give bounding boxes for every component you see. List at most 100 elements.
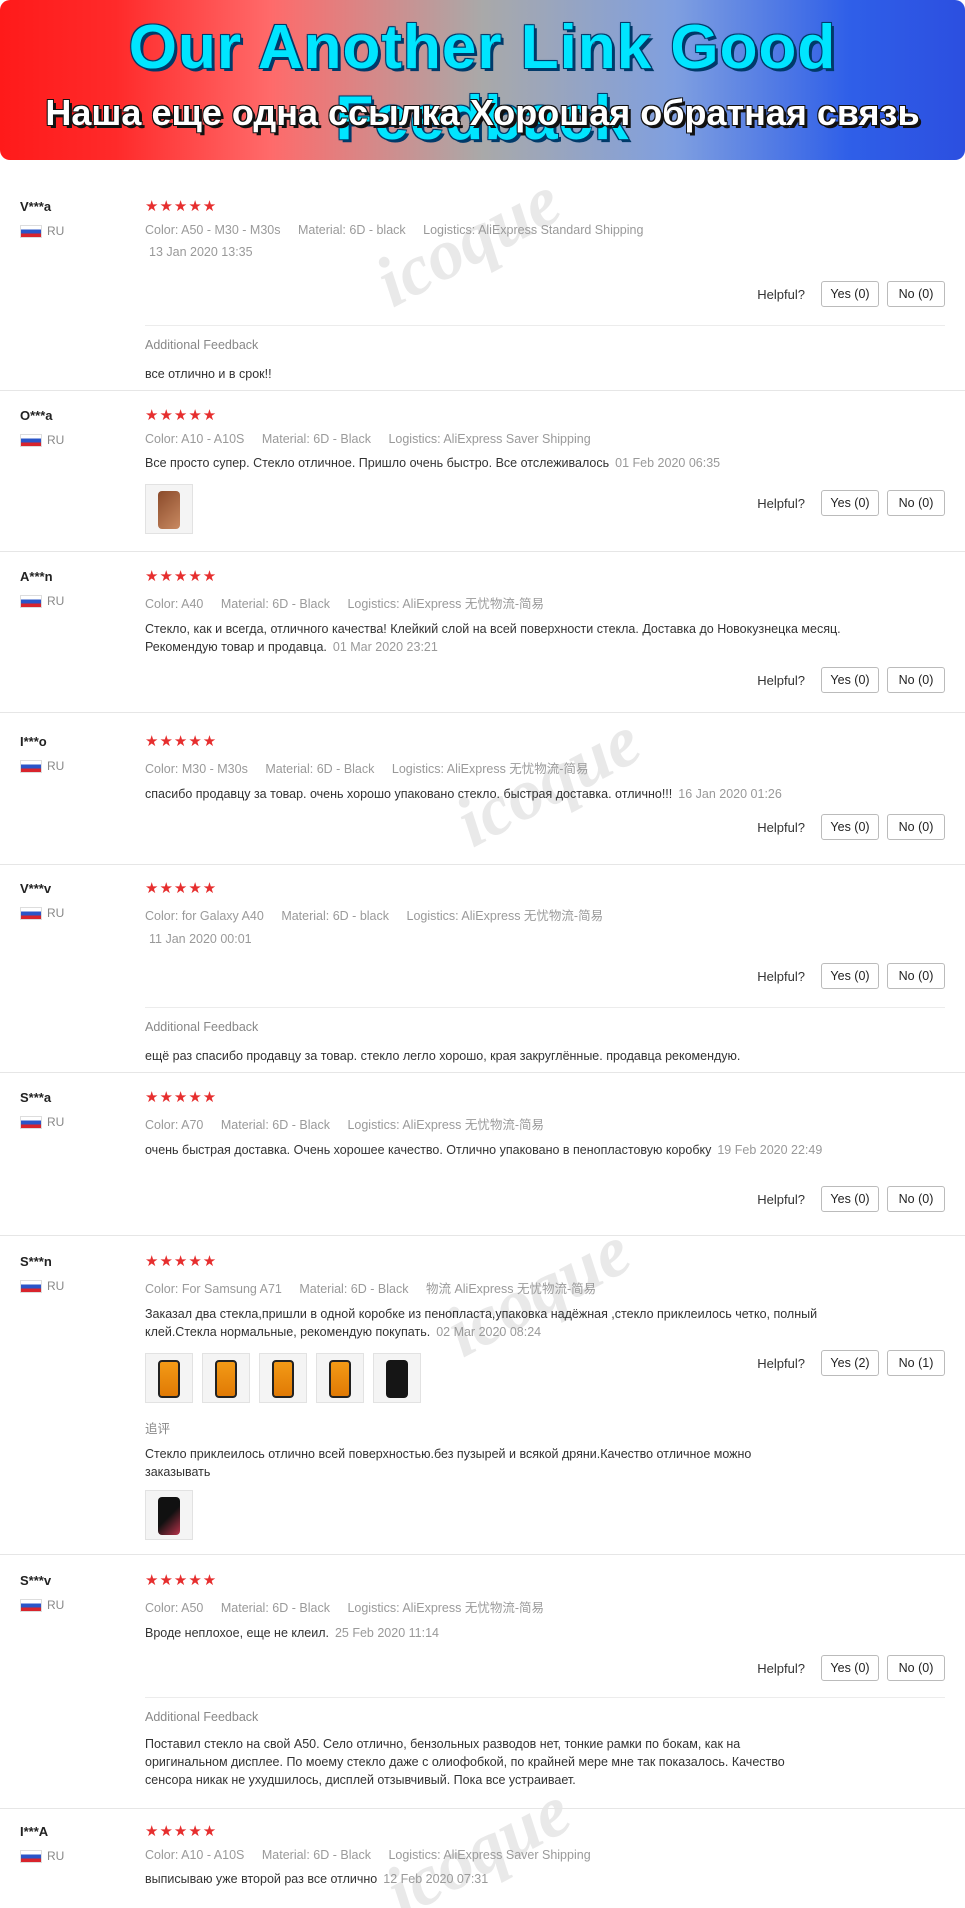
helpful-label: Helpful? xyxy=(757,1660,805,1676)
russia-flag-icon xyxy=(20,1279,42,1293)
reviewer-name: S***v xyxy=(20,1573,52,1588)
reviewer-name: V***a xyxy=(20,199,52,214)
sku-info: Color: A10 - A10S Material: 6D - Black L… xyxy=(145,432,591,446)
additional-feedback-title: Additional Feedback xyxy=(145,1020,259,1034)
helpful-no-button[interactable]: No (0) xyxy=(887,1655,945,1681)
review-item: S***v RU ★★★★★ Color: A50 Material: 6D -… xyxy=(0,1569,965,1809)
review-text: Вроде неплохое, еще не клеил. 25 Feb 2020… xyxy=(145,1626,439,1640)
helpful-no-button[interactable]: No (0) xyxy=(887,667,945,693)
review-date: 01 Feb 2020 06:35 xyxy=(615,456,721,470)
helpful-votes: Helpful? Yes (0) No (0) xyxy=(757,1186,945,1212)
country-code: RU xyxy=(47,1115,65,1129)
review-photo-thumbnail[interactable] xyxy=(145,1353,193,1403)
helpful-yes-button[interactable]: Yes (0) xyxy=(821,281,879,307)
review-photo-thumbnail[interactable] xyxy=(202,1353,250,1403)
sku-info: Color: For Samsung A71 Material: 6D - Bl… xyxy=(145,1282,597,1296)
review-date: 12 Feb 2020 07:31 xyxy=(383,1872,489,1886)
country-code: RU xyxy=(47,759,65,773)
reviewer-name: I***A xyxy=(20,1824,49,1839)
additional-review-photos xyxy=(145,1490,193,1540)
divider xyxy=(145,1697,945,1698)
review-date: 02 Mar 2020 08:24 xyxy=(436,1325,542,1339)
sku-info: Color: A70 Material: 6D - Black Logistic… xyxy=(145,1118,545,1132)
review-item: S***n RU ★★★★★ Color: For Samsung A71 Ma… xyxy=(0,1250,965,1555)
country-code: RU xyxy=(47,1598,65,1612)
helpful-label: Helpful? xyxy=(757,1355,805,1371)
russia-flag-icon xyxy=(20,906,42,920)
review-date: 16 Jan 2020 01:26 xyxy=(678,787,782,801)
review-photo-thumbnail[interactable] xyxy=(316,1353,364,1403)
helpful-no-button[interactable]: No (1) xyxy=(887,1350,945,1376)
reviewer-name: S***a xyxy=(20,1090,52,1105)
russia-flag-icon xyxy=(20,759,42,773)
helpful-label: Helpful? xyxy=(757,968,805,984)
helpful-no-button[interactable]: No (0) xyxy=(887,963,945,989)
russia-flag-icon xyxy=(20,1115,42,1129)
russia-flag-icon xyxy=(20,1849,42,1863)
reviewer-country: RU xyxy=(20,906,64,920)
review-date: 19 Feb 2020 22:49 xyxy=(717,1143,823,1157)
review-item: I***A RU ★★★★★ Color: A10 - A10S Materia… xyxy=(0,1820,965,1908)
reviewer-name: I***o xyxy=(20,734,47,749)
review-date: 01 Mar 2020 23:21 xyxy=(332,640,438,654)
additional-feedback-text: все отлично и в срок!! xyxy=(145,367,272,381)
divider xyxy=(145,325,945,326)
review-photo-thumbnail[interactable] xyxy=(259,1353,307,1403)
helpful-no-button[interactable]: No (0) xyxy=(887,490,945,516)
reviewer-country: RU xyxy=(20,594,64,608)
helpful-yes-button[interactable]: Yes (0) xyxy=(821,814,879,840)
review-text: Заказал два стекла,пришли в одной коробк… xyxy=(145,1307,818,1339)
sku-info: Color: for Galaxy A40 Material: 6D - bla… xyxy=(145,909,604,923)
review-item: A***n RU ★★★★★ Color: A40 Material: 6D -… xyxy=(0,565,965,713)
additional-feedback-title: Additional Feedback xyxy=(145,338,259,352)
helpful-label: Helpful? xyxy=(757,819,805,835)
sku-info: Color: A50 Material: 6D - Black Logistic… xyxy=(145,1601,545,1615)
review-text: Стекло, как и всегда, отличного качества… xyxy=(145,622,841,654)
reviewer-country: RU xyxy=(20,1279,64,1293)
reviewer-name: O***a xyxy=(20,408,53,423)
helpful-label: Helpful? xyxy=(757,1191,805,1207)
helpful-yes-button[interactable]: Yes (0) xyxy=(821,1655,879,1681)
russia-flag-icon xyxy=(20,594,42,608)
sku-info: Color: A10 - A10S Material: 6D - Black L… xyxy=(145,1848,591,1862)
helpful-yes-button[interactable]: Yes (0) xyxy=(821,667,879,693)
helpful-yes-button[interactable]: Yes (0) xyxy=(821,1186,879,1212)
helpful-votes: Helpful? Yes (0) No (0) xyxy=(757,963,945,989)
review-date: 13 Jan 2020 13:35 xyxy=(149,245,253,259)
additional-feedback-title: 追评 xyxy=(145,1422,171,1436)
helpful-no-button[interactable]: No (0) xyxy=(887,814,945,840)
reviewer-name: S***n xyxy=(20,1254,52,1269)
additional-feedback-text: ещё раз спасибо продавцу за товар. стекл… xyxy=(145,1049,741,1063)
reviewer-country: RU xyxy=(20,759,64,773)
helpful-no-button[interactable]: No (0) xyxy=(887,1186,945,1212)
country-code: RU xyxy=(47,433,65,447)
review-text: Все просто супер. Стекло отличное. Пришл… xyxy=(145,456,721,470)
helpful-yes-button[interactable]: Yes (0) xyxy=(821,963,879,989)
sku-info: Color: A50 - M30 - M30s Material: 6D - b… xyxy=(145,223,644,237)
review-text: выписываю уже второй раз все отлично 12 F… xyxy=(145,1872,489,1886)
reviewer-name: V***v xyxy=(20,881,52,896)
review-photo-thumbnail[interactable] xyxy=(373,1353,421,1403)
helpful-yes-button[interactable]: Yes (0) xyxy=(821,490,879,516)
helpful-votes: Helpful? Yes (0) No (0) xyxy=(757,667,945,693)
review-item: O***a RU ★★★★★ Color: A10 - A10S Materia… xyxy=(0,404,965,552)
sku-info: Color: A40 Material: 6D - Black Logistic… xyxy=(145,597,545,611)
review-item: V***a RU ★★★★★ Color: A50 - M30 - M30s M… xyxy=(0,195,965,391)
helpful-label: Helpful? xyxy=(757,672,805,688)
review-date: 25 Feb 2020 11:14 xyxy=(334,1626,439,1640)
reviewer-country: RU xyxy=(20,224,64,238)
sku-info: Color: M30 - M30s Material: 6D - Black L… xyxy=(145,762,589,776)
star-rating: ★★★★★ xyxy=(145,880,218,897)
review-photo-thumbnail[interactable] xyxy=(145,484,193,534)
helpful-no-button[interactable]: No (0) xyxy=(887,281,945,307)
helpful-label: Helpful? xyxy=(757,286,805,302)
country-code: RU xyxy=(47,594,65,608)
helpful-yes-button[interactable]: Yes (2) xyxy=(821,1350,879,1376)
banner-subtitle: Наша еще одна ссылка Хорошая обратная св… xyxy=(45,92,920,133)
helpful-votes: Helpful? Yes (0) No (0) xyxy=(757,490,945,516)
helpful-votes: Helpful? Yes (0) No (0) xyxy=(757,814,945,840)
additional-feedback-text: Стекло приклеилось отлично всей поверхно… xyxy=(145,1447,752,1479)
country-code: RU xyxy=(47,1279,65,1293)
review-photo-thumbnail[interactable] xyxy=(145,1490,193,1540)
helpful-votes: Helpful? Yes (0) No (0) xyxy=(757,281,945,307)
